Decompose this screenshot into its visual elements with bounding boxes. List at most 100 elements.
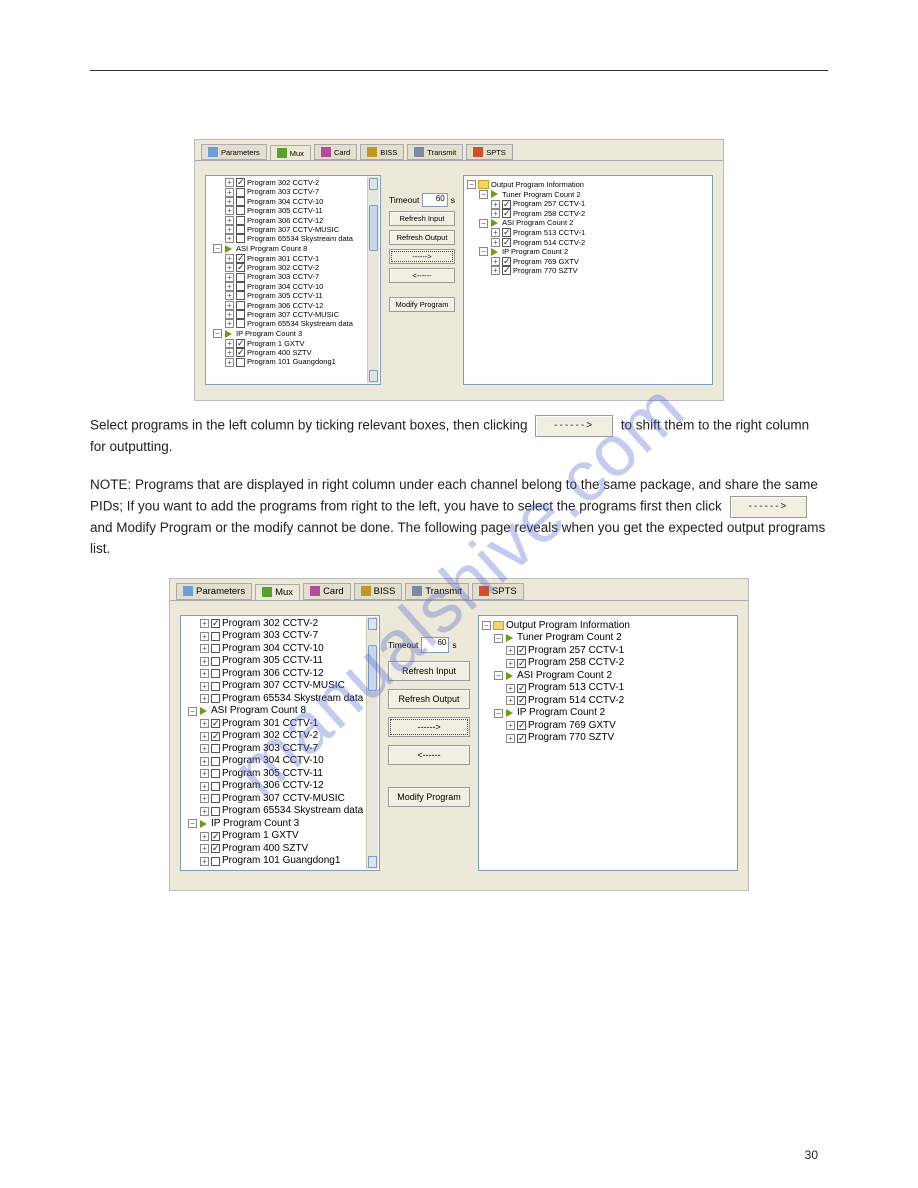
expand-toggle-icon[interactable]: + xyxy=(225,310,234,319)
expand-toggle-icon[interactable]: + xyxy=(200,794,209,803)
timeout-input[interactable]: 60 xyxy=(421,637,449,653)
tree-node[interactable]: +Program 258 CCTV-2 xyxy=(467,209,709,218)
scroll-down-icon[interactable] xyxy=(369,370,378,382)
expand-toggle-icon[interactable]: + xyxy=(225,254,234,263)
checkbox[interactable] xyxy=(211,757,220,766)
tree-node[interactable]: −Output Program Information xyxy=(467,180,709,189)
expand-toggle-icon[interactable]: + xyxy=(200,782,209,791)
expand-toggle-icon[interactable]: + xyxy=(491,257,500,266)
expand-toggle-icon[interactable]: + xyxy=(225,282,234,291)
checkbox[interactable] xyxy=(502,266,511,275)
tree-node[interactable]: +Program 301 CCTV-1 xyxy=(182,718,378,731)
checkbox[interactable] xyxy=(236,310,245,319)
expand-toggle-icon[interactable]: + xyxy=(200,732,209,741)
expand-toggle-icon[interactable]: + xyxy=(225,358,234,367)
tree-node[interactable]: +Program 770 SZTV xyxy=(482,732,734,745)
checkbox[interactable] xyxy=(517,646,526,655)
tree-node[interactable]: +Program 303 CCTV-7 xyxy=(182,743,378,756)
checkbox[interactable] xyxy=(211,632,220,641)
expand-toggle-icon[interactable]: + xyxy=(200,744,209,753)
expand-toggle-icon[interactable]: + xyxy=(491,228,500,237)
checkbox[interactable] xyxy=(211,657,220,666)
tree-node[interactable]: −Tuner Program Count 2 xyxy=(482,632,734,645)
checkbox[interactable] xyxy=(517,721,526,730)
refresh-output-button[interactable]: Refresh Output xyxy=(388,689,470,709)
checkbox[interactable] xyxy=(236,319,245,328)
expand-toggle-icon[interactable]: + xyxy=(200,844,209,853)
tree-node[interactable]: +Program 770 SZTV xyxy=(467,266,709,275)
checkbox[interactable] xyxy=(211,619,220,628)
tree-node[interactable]: +Program 302 CCTV-2 xyxy=(207,263,379,272)
tree-node[interactable]: −IP Program Count 3 xyxy=(182,818,378,831)
tree-node[interactable]: +Program 306 CCTV-12 xyxy=(207,216,379,225)
expand-toggle-icon[interactable]: + xyxy=(225,319,234,328)
tree-node[interactable]: +Program 304 CCTV-10 xyxy=(182,755,378,768)
expand-toggle-icon[interactable]: + xyxy=(225,188,234,197)
tab-biss[interactable]: BISS xyxy=(360,144,404,160)
tree-node[interactable]: +Program 101 Guangdong1 xyxy=(207,357,379,366)
tab-spts[interactable]: SPTS xyxy=(466,144,513,160)
tree-node[interactable]: +Program 513 CCTV-1 xyxy=(482,682,734,695)
checkbox[interactable] xyxy=(211,682,220,691)
output-tree[interactable]: −Output Program Information−Tuner Progra… xyxy=(478,615,738,871)
expand-toggle-icon[interactable]: − xyxy=(467,180,476,189)
tab-card[interactable]: Card xyxy=(303,583,351,600)
checkbox[interactable] xyxy=(236,216,245,225)
scroll-thumb[interactable] xyxy=(369,205,378,251)
expand-toggle-icon[interactable]: + xyxy=(225,225,234,234)
expand-toggle-icon[interactable]: − xyxy=(188,819,197,828)
checkbox[interactable] xyxy=(211,719,220,728)
input-tree[interactable]: +Program 302 CCTV-2+Program 303 CCTV-7+P… xyxy=(205,175,381,385)
checkbox[interactable] xyxy=(211,732,220,741)
checkbox[interactable] xyxy=(211,794,220,803)
move-right-button[interactable]: ------> xyxy=(388,717,470,737)
checkbox[interactable] xyxy=(517,659,526,668)
expand-toggle-icon[interactable]: + xyxy=(200,619,209,628)
tab-spts[interactable]: SPTS xyxy=(472,583,524,600)
expand-toggle-icon[interactable]: + xyxy=(225,216,234,225)
tree-node[interactable]: +Program 305 CCTV-11 xyxy=(182,655,378,668)
expand-toggle-icon[interactable]: + xyxy=(200,807,209,816)
expand-toggle-icon[interactable]: + xyxy=(225,234,234,243)
tree-node[interactable]: +Program 302 CCTV-2 xyxy=(207,178,379,187)
checkbox[interactable] xyxy=(236,348,245,357)
expand-toggle-icon[interactable]: − xyxy=(479,247,488,256)
checkbox[interactable] xyxy=(517,696,526,705)
tree-node[interactable]: +Program 305 CCTV-11 xyxy=(182,768,378,781)
checkbox[interactable] xyxy=(236,234,245,243)
tree-node[interactable]: +Program 257 CCTV-1 xyxy=(482,645,734,658)
tree-node[interactable]: +Program 304 CCTV-10 xyxy=(182,643,378,656)
expand-toggle-icon[interactable]: − xyxy=(494,709,503,718)
expand-toggle-icon[interactable]: + xyxy=(200,757,209,766)
tree-node[interactable]: +Program 400 SZTV xyxy=(182,843,378,856)
tree-node[interactable]: +Program 301 CCTV-1 xyxy=(207,254,379,263)
checkbox[interactable] xyxy=(517,684,526,693)
scroll-down-icon[interactable] xyxy=(368,856,377,868)
tab-mux[interactable]: Mux xyxy=(255,584,300,601)
output-tree[interactable]: −Output Program Information−Tuner Progra… xyxy=(463,175,713,385)
checkbox[interactable] xyxy=(236,197,245,206)
tree-node[interactable]: +Program 65534 Skystream data xyxy=(182,693,378,706)
checkbox[interactable] xyxy=(236,301,245,310)
expand-toggle-icon[interactable]: − xyxy=(188,707,197,716)
expand-toggle-icon[interactable]: + xyxy=(225,291,234,300)
expand-toggle-icon[interactable]: + xyxy=(200,644,209,653)
tree-node[interactable]: +Program 304 CCTV-10 xyxy=(207,197,379,206)
tree-node[interactable]: +Program 307 CCTV-MUSIC xyxy=(182,680,378,693)
refresh-input-button[interactable]: Refresh Input xyxy=(389,211,455,226)
expand-toggle-icon[interactable]: + xyxy=(491,238,500,247)
input-tree[interactable]: +Program 302 CCTV-2+Program 303 CCTV-7+P… xyxy=(180,615,380,871)
tree-node[interactable]: +Program 305 CCTV-11 xyxy=(207,206,379,215)
checkbox[interactable] xyxy=(236,282,245,291)
expand-toggle-icon[interactable]: + xyxy=(491,266,500,275)
checkbox[interactable] xyxy=(236,178,245,187)
tree-node[interactable]: +Program 306 CCTV-12 xyxy=(182,780,378,793)
expand-toggle-icon[interactable]: − xyxy=(479,190,488,199)
move-left-button[interactable]: <------ xyxy=(389,268,455,283)
timeout-input[interactable]: 60 xyxy=(422,193,447,207)
checkbox[interactable] xyxy=(211,782,220,791)
tree-node[interactable]: +Program 1 GXTV xyxy=(182,830,378,843)
tree-node[interactable]: +Program 302 CCTV-2 xyxy=(182,618,378,631)
tab-parameters[interactable]: Parameters xyxy=(176,583,252,600)
tree-node[interactable]: +Program 303 CCTV-7 xyxy=(182,630,378,643)
